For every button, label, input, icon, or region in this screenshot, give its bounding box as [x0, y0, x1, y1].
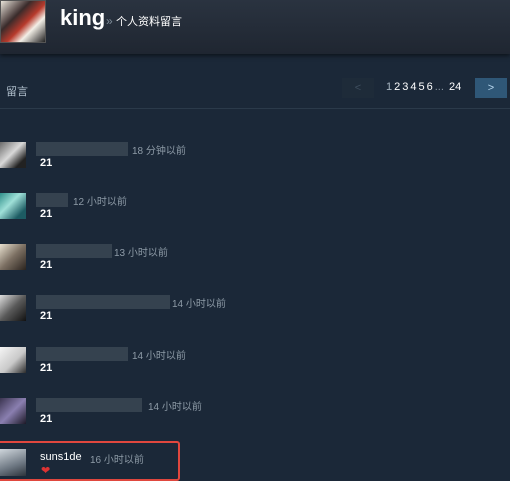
commenter-avatar[interactable]	[0, 347, 26, 373]
comment-text: 21	[40, 208, 53, 220]
comment-item: 18 分钟以前 21	[0, 142, 510, 188]
comment-timestamp: 14 小时以前	[172, 299, 226, 310]
page-link-4[interactable]: 4	[410, 81, 416, 93]
commenter-avatar[interactable]	[0, 398, 26, 424]
pager-prev-button[interactable]: <	[342, 78, 374, 98]
comment-item: 14 小时以前 21	[0, 398, 510, 444]
comment-item: 14 小时以前 21	[0, 295, 510, 341]
pager-ellipsis: ...	[434, 81, 444, 93]
comment-text: 21	[40, 362, 53, 374]
page-link-5[interactable]: 5	[419, 81, 425, 93]
comment-item: 13 小时以前 21	[0, 244, 510, 290]
comment-item: 12 小时以前 21	[0, 193, 510, 239]
profile-header: king » 个人资料留言	[0, 0, 510, 54]
commenter-name-redacted[interactable]	[36, 142, 128, 156]
comment-timestamp: 13 小时以前	[114, 248, 168, 259]
page-link-6[interactable]: 6	[427, 81, 433, 93]
pager-numbers: 1 2 3 4 5 6... 24	[386, 81, 463, 93]
profile-avatar[interactable]	[0, 0, 46, 43]
highlight-box	[0, 441, 180, 481]
comment-text: 21	[40, 259, 53, 271]
page-link-1[interactable]: 1	[386, 81, 392, 93]
breadcrumb-separator: »	[106, 14, 113, 28]
comment-text: 21	[40, 413, 53, 425]
comment-text: 21	[40, 157, 53, 169]
comment-timestamp: 14 小时以前	[148, 402, 202, 413]
comment-item: 14 小时以前 21	[0, 347, 510, 393]
commenter-avatar[interactable]	[0, 295, 26, 321]
profile-name[interactable]: king	[60, 5, 105, 31]
commenter-avatar[interactable]	[0, 193, 26, 219]
breadcrumb: 个人资料留言	[116, 16, 182, 28]
commenter-name-redacted[interactable]	[36, 398, 142, 412]
page-link-2[interactable]: 2	[394, 81, 400, 93]
comment-timestamp: 12 小时以前	[73, 197, 127, 208]
commenter-name-redacted[interactable]	[36, 347, 128, 361]
comment-timestamp: 18 分钟以前	[132, 146, 186, 157]
commenter-avatar[interactable]	[0, 142, 26, 168]
comments-label: 留言	[6, 86, 28, 98]
comment-text: 21	[40, 310, 53, 322]
comments-bar: 留言 < 1 2 3 4 5 6... 24 >	[0, 78, 510, 102]
divider	[0, 108, 510, 109]
page-link-last[interactable]: 24	[449, 81, 461, 93]
commenter-name-redacted[interactable]	[36, 244, 112, 258]
commenter-avatar[interactable]	[0, 244, 26, 270]
page-link-3[interactable]: 3	[402, 81, 408, 93]
pager-next-button[interactable]: >	[475, 78, 507, 98]
commenter-name-redacted[interactable]	[36, 193, 68, 207]
comment-timestamp: 14 小时以前	[132, 351, 186, 362]
commenter-name-redacted[interactable]	[36, 295, 170, 309]
